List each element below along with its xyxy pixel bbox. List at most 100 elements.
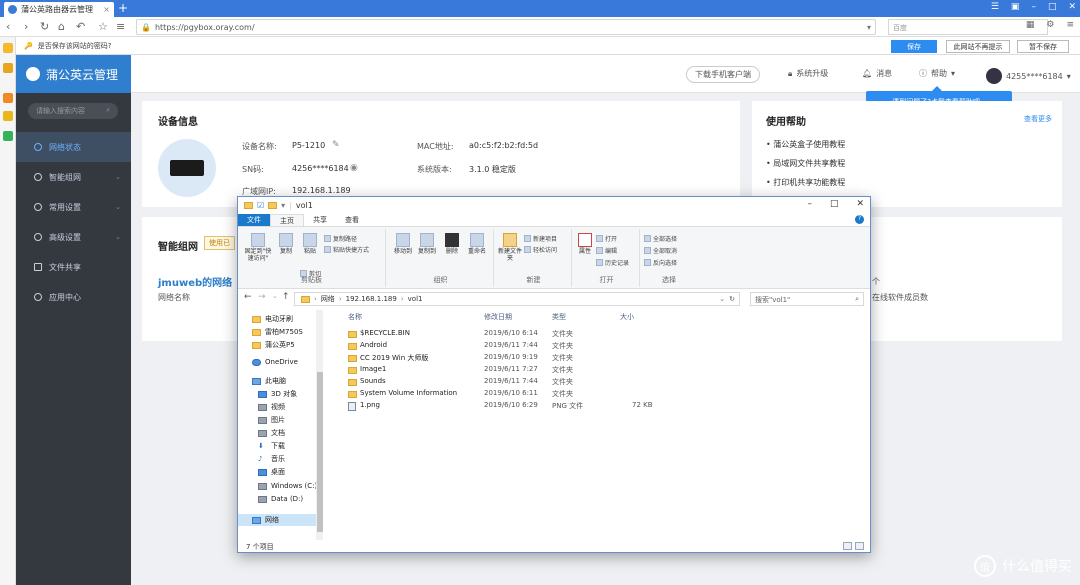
path-segment[interactable]: 192.168.1.189 <box>346 295 397 303</box>
eye-icon[interactable]: ◉ <box>350 163 358 173</box>
nav-item[interactable]: ♪ 音乐 <box>258 454 285 464</box>
forward-arrow-icon[interactable]: → <box>258 292 266 302</box>
new-item-button[interactable]: 新建项目 <box>524 234 557 243</box>
back-icon[interactable]: ‹ <box>6 20 10 33</box>
select-none-button[interactable]: 全部取消 <box>644 246 677 255</box>
edit-button[interactable]: 编辑 <box>596 246 617 255</box>
file-row[interactable]: Image1 2019/6/11 7:27 文件夹 <box>326 365 870 377</box>
nav-item[interactable]: 电动牙刷 <box>252 314 293 324</box>
url-field[interactable]: 🔒 https://pgybox.oray.com/ ▾ <box>136 19 876 35</box>
browser-search-field[interactable]: 百度 <box>888 19 1048 35</box>
new-folder-button[interactable]: 新建文件夹 <box>498 233 522 262</box>
nav-item[interactable]: 视频 <box>258 402 285 412</box>
paste-shortcut-button[interactable]: 粘贴快捷方式 <box>324 245 369 254</box>
sidebar-item-app-center[interactable]: 应用中心 <box>16 282 131 312</box>
sidebar-item-file-share[interactable]: 文件共享 <box>16 252 131 282</box>
path-segment[interactable]: vol1 <box>408 295 423 303</box>
copy-button[interactable]: 复制 <box>276 233 296 256</box>
edit-icon[interactable]: ✎ <box>332 140 340 150</box>
large-icons-view-icon[interactable] <box>855 542 864 550</box>
download-client-button[interactable]: 下载手机客户端 <box>686 66 760 83</box>
back-arrow-icon[interactable]: ← <box>244 292 252 302</box>
move-to-button[interactable]: 移动到 <box>392 233 414 256</box>
paste-button[interactable]: 粘贴 <box>300 233 320 256</box>
invert-selection-button[interactable]: 反向选择 <box>644 258 677 267</box>
nav-item[interactable]: Data (D:) <box>258 495 303 503</box>
file-row[interactable]: $RECYCLE.BIN 2019/6/10 6:14 文件夹 <box>326 329 870 341</box>
refresh-icon[interactable]: ↻ <box>729 295 735 303</box>
nav-item[interactable]: ⬇ 下载 <box>258 441 285 451</box>
nav-item[interactable]: 文档 <box>258 428 285 438</box>
file-row[interactable]: CC 2019 Win 大师版 2019/6/10 9:19 文件夹 <box>326 353 870 365</box>
up-arrow-icon[interactable]: ↑ <box>282 292 290 302</box>
more-icon[interactable]: ≡ <box>1066 20 1074 30</box>
brand[interactable]: 蒲公英云管理 <box>16 55 131 93</box>
column-header-type[interactable]: 类型 <box>552 312 566 322</box>
help-link[interactable]: • 局域网文件共享教程 <box>766 158 845 169</box>
view-more-link[interactable]: 查看更多 <box>1024 114 1052 124</box>
favorite-star-icon[interactable]: ☆ <box>98 20 108 33</box>
close-tab-icon[interactable]: × <box>103 5 110 14</box>
copy-to-button[interactable]: 复制到 <box>416 233 438 256</box>
close-icon[interactable]: ✕ <box>856 199 864 209</box>
details-view-icon[interactable] <box>843 542 852 550</box>
favorites-icon[interactable] <box>3 43 13 53</box>
tab-share[interactable]: 共享 <box>304 214 336 226</box>
system-upgrade-button[interactable]: 🔒︎ 系统升级 <box>788 68 828 79</box>
game-icon[interactable] <box>3 111 13 121</box>
maximize-icon[interactable]: □ <box>830 199 839 209</box>
never-save-button[interactable]: 此网站不再提示 <box>946 40 1010 53</box>
home-icon[interactable]: ⌂ <box>58 20 65 33</box>
nav-item[interactable]: 雷柏M750S <box>252 327 303 337</box>
nav-item-this-pc[interactable]: 此电脑 <box>252 376 286 386</box>
tab-file[interactable]: 文件 <box>238 214 270 226</box>
path-field[interactable]: › 网络 › 192.168.1.189 › vol1 ⌄ ↻ <box>294 292 740 306</box>
history-button[interactable]: 历史记录 <box>596 258 629 267</box>
close-window-icon[interactable]: ✕ <box>1068 2 1076 12</box>
delete-button[interactable]: 删除 <box>442 233 462 256</box>
favorites-list-icon[interactable]: ≡ <box>116 20 125 33</box>
save-password-button[interactable]: 保存 <box>891 40 937 53</box>
column-header-name[interactable]: 名称 <box>348 312 362 322</box>
open-button[interactable]: 打开 <box>596 234 617 243</box>
sidebar-item-smart-network[interactable]: 智能组网 ⌄ <box>16 162 131 192</box>
forward-icon[interactable]: › <box>24 20 28 33</box>
account-menu[interactable]: 4255****6184 ▾ <box>986 68 1071 84</box>
file-row[interactable]: System Volume Information 2019/6/10 6:11… <box>326 389 870 401</box>
file-row[interactable]: 1.png 2019/6/10 6:29 PNG 文件 72 KB <box>326 401 870 413</box>
minimize-icon[interactable]: – <box>807 199 812 209</box>
help-link[interactable]: • 蒲公英盒子使用教程 <box>766 139 845 150</box>
reading-icon[interactable]: ▦ <box>1026 20 1035 30</box>
toolbar-dropdown-icon[interactable]: ▾ <box>281 201 285 210</box>
dropdown-icon[interactable]: ▾ <box>867 23 871 32</box>
network-name-value[interactable]: jmuweb的网络 <box>158 274 232 289</box>
column-header-date[interactable]: 修改日期 <box>484 312 512 322</box>
pin-quick-access-button[interactable]: 固定到"快速访问" <box>242 233 274 262</box>
menu-icon[interactable]: ☰ <box>991 2 999 12</box>
copy-path-button[interactable]: 复制路径 <box>324 234 357 243</box>
notes-icon[interactable] <box>3 63 13 73</box>
help-icon[interactable]: ? <box>855 215 864 224</box>
nav-item[interactable]: 蒲公英P5 <box>252 340 295 350</box>
sidebar-item-network-status[interactable]: 网络状态 <box>16 132 131 162</box>
maximize-icon[interactable]: □ <box>1048 2 1057 12</box>
sidebar-item-advanced-settings[interactable]: 高级设置 ⌄ <box>16 222 131 252</box>
easy-access-button[interactable]: 轻松访问 <box>524 245 557 254</box>
tab-home[interactable]: 主页 <box>270 214 304 226</box>
undo-icon[interactable]: ↶ <box>76 20 85 33</box>
refresh-icon[interactable]: ↻ <box>40 20 49 33</box>
app-icon[interactable] <box>3 131 13 141</box>
nav-item-onedrive[interactable]: OneDrive <box>252 358 298 366</box>
nav-scrollbar-thumb[interactable] <box>317 372 323 532</box>
skin-icon[interactable]: ▣ <box>1011 2 1020 12</box>
messages-button[interactable]: 🔔︎ 消息 <box>862 68 892 79</box>
help-link[interactable]: • 打印机共享功能教程 <box>766 177 845 188</box>
nav-item-network[interactable]: 网络 <box>252 515 279 525</box>
not-now-button[interactable]: 暂不保存 <box>1017 40 1069 53</box>
sidebar-search-input[interactable]: 请输入搜索内容 ⌕ <box>28 103 118 119</box>
quick-access-toolbar-icon[interactable]: ☑ <box>257 201 264 210</box>
browser-tab[interactable]: 蒲公英路由器云管理 × <box>4 2 114 17</box>
minimize-icon[interactable]: – <box>1031 2 1036 12</box>
nav-item[interactable]: Windows (C:) <box>258 482 317 490</box>
nav-item[interactable]: 桌面 <box>258 467 285 477</box>
